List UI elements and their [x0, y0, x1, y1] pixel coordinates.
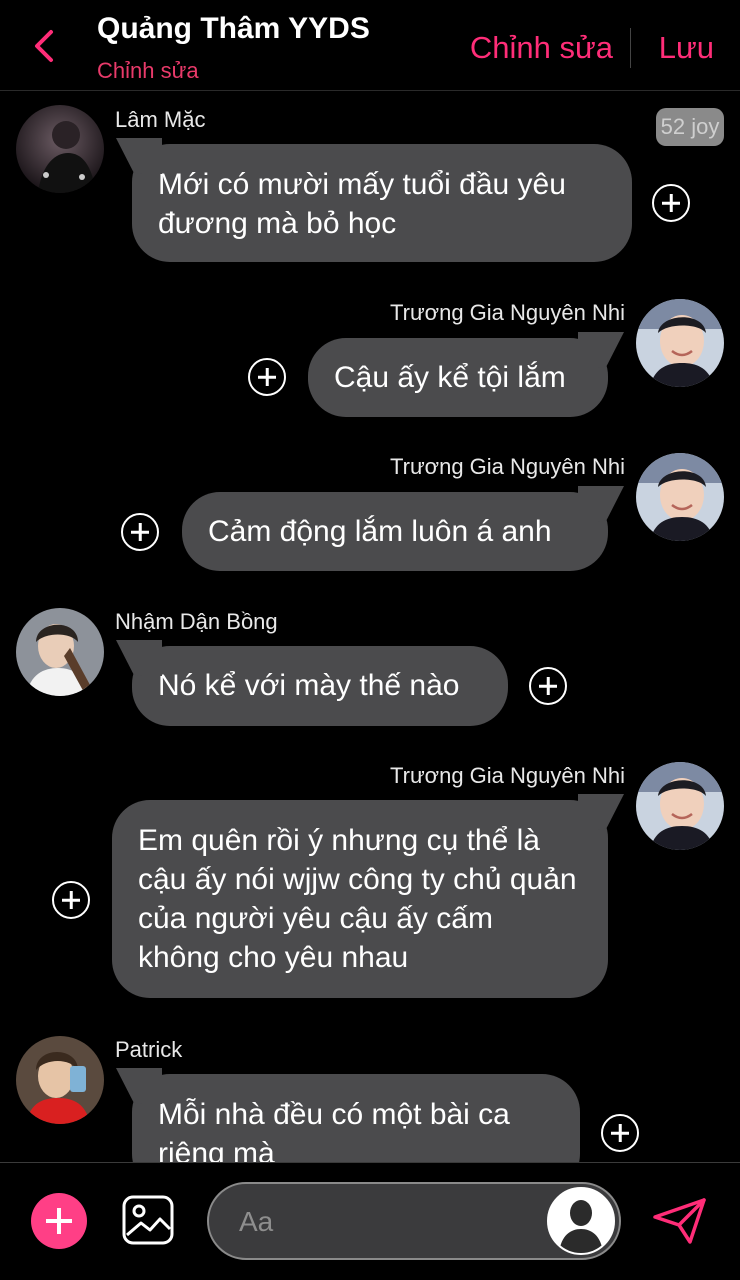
person-silhouette-icon [549, 1189, 613, 1253]
avatar-lam-mac[interactable] [16, 105, 104, 193]
send-icon [653, 1198, 706, 1244]
profile-button[interactable] [547, 1187, 615, 1255]
sender-name: Patrick [115, 1037, 183, 1062]
add-reaction-icon[interactable] [248, 358, 286, 396]
avatar-patrick[interactable] [16, 1036, 104, 1124]
message-bubble[interactable]: Cậu ấy kể tội lắm [308, 338, 608, 417]
avatar-truong-gia-nguyen-nhi[interactable] [636, 762, 724, 850]
message-text: Nó kể với mày thế nào [158, 669, 460, 702]
add-reaction-icon[interactable] [121, 513, 159, 551]
sender-name: Nhậm Dận Bồng [115, 609, 278, 634]
chevron-left-icon [35, 30, 53, 62]
edit-button[interactable]: Chỉnh sửa [470, 30, 613, 66]
message-bubble[interactable]: Em quên rồi ý nhưng cụ thể là cậu ấy nói… [112, 800, 608, 998]
joy-badge: 52 joy [656, 108, 724, 146]
message-bubble[interactable]: Cảm động lắm luôn á anh [182, 492, 608, 571]
image-button[interactable] [122, 1195, 174, 1250]
header-divider [630, 28, 631, 68]
message-bubble[interactable]: Mới có mười mấy tuổi đầu yêu đương mà bỏ… [132, 144, 632, 262]
add-reaction-icon[interactable] [601, 1114, 639, 1152]
header: Quảng Thâm YYDS Chỉnh sửa Chỉnh sửa Lưu [0, 0, 740, 91]
sender-name: Trương Gia Nguyên Nhi [390, 300, 625, 325]
add-reaction-icon[interactable] [529, 667, 567, 705]
composer-bar [0, 1162, 740, 1280]
sender-name: Lâm Mặc [115, 107, 206, 132]
avatar-truong-gia-nguyen-nhi[interactable] [636, 453, 724, 541]
message-text: Mới có mười mấy tuổi đầu yêu đương mà bỏ… [158, 168, 566, 240]
save-button[interactable]: Lưu [659, 30, 714, 66]
send-button[interactable] [652, 1197, 708, 1250]
back-button[interactable] [26, 26, 62, 66]
chat-subtitle[interactable]: Chỉnh sửa [97, 58, 199, 84]
add-reaction-icon[interactable] [52, 881, 90, 919]
image-icon [122, 1195, 174, 1245]
message-bubble[interactable]: Nó kể với mày thế nào [132, 646, 508, 726]
add-button[interactable] [31, 1193, 87, 1249]
message-text: Cậu ấy kể tội lắm [334, 361, 566, 394]
chat-title: Quảng Thâm YYDS [97, 12, 370, 45]
avatar-truong-gia-nguyen-nhi[interactable] [636, 299, 724, 387]
message-text: Cảm động lắm luôn á anh [208, 515, 552, 548]
sender-name: Trương Gia Nguyên Nhi [390, 763, 625, 788]
add-reaction-icon[interactable] [652, 184, 690, 222]
message-input-wrapper [207, 1182, 621, 1260]
message-text: Em quên rồi ý nhưng cụ thể là cậu ấy nói… [138, 824, 577, 974]
sender-name: Trương Gia Nguyên Nhi [390, 454, 625, 479]
message-input[interactable] [237, 1198, 541, 1246]
avatar-nham-dan-bong[interactable] [16, 608, 104, 696]
chat-screen: Quảng Thâm YYDS Chỉnh sửa Chỉnh sửa Lưu … [0, 0, 740, 1280]
